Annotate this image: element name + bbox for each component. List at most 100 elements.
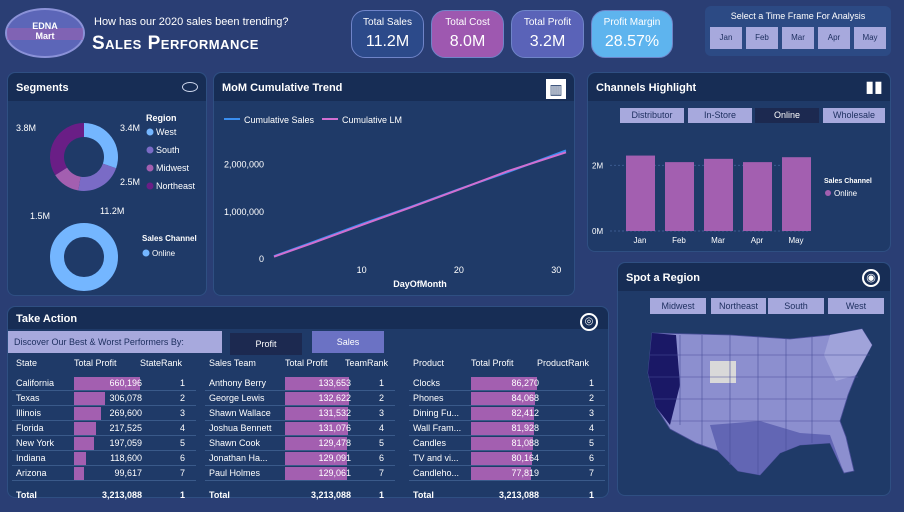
total-cell: 3,213,088 [101,490,142,500]
sales-button[interactable]: Sales [312,331,384,353]
region-legend-item[interactable]: Northeast [156,181,196,191]
globe-icon[interactable]: ◉ [862,269,880,287]
region-legend-dot [146,146,154,154]
kpi-label: Profit Margin [603,17,661,28]
region-slice-west[interactable] [84,123,119,169]
channels-title: Channels Highlight [588,73,890,101]
table-row[interactable]: Shawn Wallace 131,532 3 [205,406,395,421]
row-label: Dining Fu... [413,408,460,418]
channel-bar-apr[interactable] [743,162,772,231]
state_table-header-2[interactable]: StateRank [140,358,182,376]
total-cell: 3,213,088 [310,490,351,500]
row-profit: 306,078 [109,393,142,403]
channel-x-tick: May [788,236,803,245]
us-map[interactable] [640,325,880,493]
timeframe-feb-button[interactable]: Feb [746,27,778,49]
region-midwest-button[interactable]: Midwest [650,298,706,314]
region-legend-item[interactable]: Midwest [156,163,190,173]
table-row[interactable]: Arizona 99,617 7 [12,466,196,481]
total-cell: 1 [180,490,186,500]
row-profit: 129,091 [318,453,351,463]
channel-bar-may[interactable] [782,157,811,231]
channel-bar-feb[interactable] [665,162,694,231]
row-profit: 129,478 [318,438,351,448]
mom-panel: MoM Cumulative Trend ▥ Cumulative Sales C… [213,72,575,296]
product_table-header-0[interactable]: Product [413,358,444,376]
row-rank: 2 [589,393,595,403]
mom-series-1[interactable] [273,151,567,258]
timeframe-may-button[interactable]: May [854,27,886,49]
table-row[interactable]: George Lewis 132,622 2 [205,391,395,406]
channel-in-store-button[interactable]: In-Store [688,108,752,123]
state_table-header-0[interactable]: State [16,358,37,376]
row-profit: 99,617 [114,468,142,478]
table-row[interactable]: Candles 81,088 5 [409,436,605,451]
table-row[interactable]: Phones 84,068 2 [409,391,605,406]
timeframe-apr-button[interactable]: Apr [818,27,850,49]
channel-bar-mar[interactable] [704,158,733,231]
region-value-label: 1.5M [30,211,50,221]
channel-donut[interactable] [50,223,118,291]
x-tick-label: 20 [454,265,464,275]
mom-legend-1[interactable]: Cumulative LM [342,115,402,125]
table-row[interactable]: Paul Holmes 129,061 7 [205,466,395,481]
table-row[interactable]: Indiana 118,600 6 [12,451,196,466]
region-northeast-button[interactable]: Northeast [711,298,766,314]
channel-legend-item[interactable]: Online [834,189,858,198]
channel-x-tick: Feb [672,236,686,245]
table-row[interactable]: Joshua Bennett 131,076 4 [205,421,395,436]
table-row[interactable]: Texas 306,078 2 [12,391,196,406]
take-action-prompt: Discover Our Best & Worst Performers By: [14,337,184,347]
region-legend-item[interactable]: West [156,127,177,137]
table-row[interactable]: California 660,196 1 [12,376,196,391]
mom-legend-0[interactable]: Cumulative Sales [244,115,315,125]
region-legend-dot [146,164,154,172]
kpi-card-1: Total Cost 8.0M [431,10,504,58]
state_table-header-1[interactable]: Total Profit [74,358,117,376]
kpi-card-0: Total Sales 11.2M [351,10,424,58]
channel-distributor-button[interactable]: Distributor [620,108,684,123]
row-profit: 133,653 [318,378,351,388]
row-profit: 129,061 [318,468,351,478]
table-row[interactable]: Shawn Cook 129,478 5 [205,436,395,451]
channel-legend-item[interactable]: Online [152,249,176,258]
region-slice-northeast[interactable] [50,123,84,176]
region-west-button[interactable]: West [828,298,884,314]
channel-online-button[interactable]: Online [755,108,819,123]
row-profit: 84,068 [511,393,539,403]
row-label: Illinois [16,408,42,418]
table-row[interactable]: Florida 217,525 4 [12,421,196,436]
row-rank: 6 [180,453,186,463]
table-row[interactable]: Illinois 269,600 3 [12,406,196,421]
timeframe-jan-button[interactable]: Jan [710,27,742,49]
product_table-header-1[interactable]: Total Profit [471,358,514,376]
row-label: Texas [16,393,40,403]
table-row[interactable]: Clocks 86,270 1 [409,376,605,391]
row-label: Anthony Berry [209,378,267,388]
region-south-button[interactable]: South [768,298,824,314]
table-row[interactable]: New York 197,059 5 [12,436,196,451]
timeframe-mar-button[interactable]: Mar [782,27,814,49]
table-row[interactable]: Anthony Berry 133,653 1 [205,376,395,391]
region-slice-south[interactable] [78,163,117,191]
team_table-header-1[interactable]: Total Profit [285,358,328,376]
region-legend-item[interactable]: South [156,145,180,155]
table-row[interactable]: Dining Fu... 82,412 3 [409,406,605,421]
row-label: Candleho... [413,468,460,478]
channel-wholesale-button[interactable]: Wholesale [823,108,885,123]
row-label: TV and vi... [413,453,459,463]
channel-y-tick: 2M [592,161,603,170]
row-rank: 2 [379,393,385,403]
table-row[interactable]: Candleho... 77,819 7 [409,466,605,481]
table-row[interactable]: Jonathan Ha... 129,091 6 [205,451,395,466]
row-label: Jonathan Ha... [209,453,268,463]
team_table-header-2[interactable]: TeamRank [345,358,388,376]
channel-bar-jan[interactable] [626,155,655,231]
profit-button[interactable]: Profit [230,333,302,355]
product_table-header-2[interactable]: ProductRank [537,358,589,376]
logo-line1: EDNA [32,21,58,31]
team_table-header-0[interactable]: Sales Team [209,358,256,376]
table-row[interactable]: Wall Fram... 81,928 4 [409,421,605,436]
row-rank: 1 [180,378,186,388]
table-row[interactable]: TV and vi... 80,164 6 [409,451,605,466]
